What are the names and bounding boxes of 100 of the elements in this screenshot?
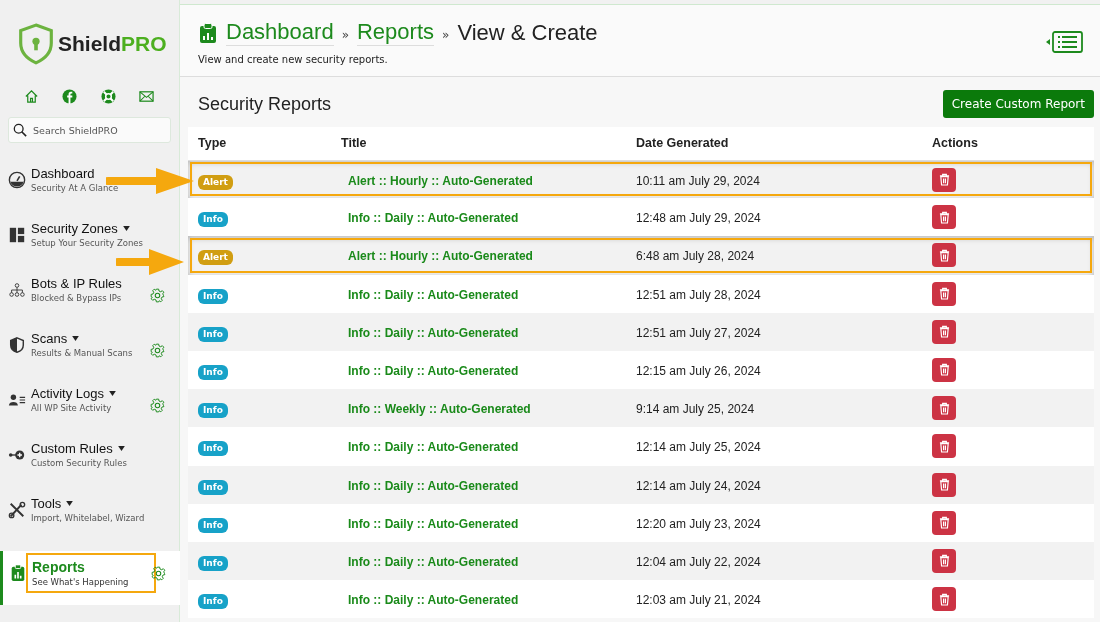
type-badge: Info	[198, 364, 228, 380]
nav-item[interactable]: Reports See What's Happening	[0, 551, 180, 605]
network-icon	[8, 281, 26, 299]
breadcrumb-separator: »	[442, 28, 450, 42]
delete-button[interactable]	[932, 510, 956, 535]
type-badge: Info	[198, 441, 228, 457]
type-badge: Info	[198, 517, 228, 533]
facebook-icon[interactable]	[62, 89, 78, 104]
nav-subtitle: All WP Site Activity	[31, 403, 113, 413]
trash-icon	[938, 516, 950, 530]
delete-button[interactable]	[932, 243, 956, 268]
clipboard-chart-icon	[9, 564, 27, 582]
date-cell: 9:14 am July 25, 2024	[636, 402, 755, 417]
date-cell: 12:48 am July 29, 2024	[636, 211, 761, 226]
settings-icon[interactable]	[150, 288, 165, 303]
type-badge: Info	[198, 594, 228, 610]
home-icon[interactable]	[24, 89, 39, 104]
trash-icon	[938, 439, 950, 453]
settings-icon[interactable]	[151, 566, 166, 581]
nav-item[interactable]: Dashboard Security At A Glance	[0, 166, 179, 221]
nav-subtitle: Blocked & Bypass IPs	[31, 293, 123, 303]
report-title-link[interactable]: Info :: Daily :: Auto-Generated	[348, 478, 519, 493]
report-title-link[interactable]: Info :: Daily :: Auto-Generated	[348, 440, 519, 455]
report-title-link[interactable]: Info :: Daily :: Auto-Generated	[348, 593, 519, 608]
nav-title: Tools	[31, 496, 62, 511]
clipboard-chart-icon	[198, 21, 218, 44]
report-title-link[interactable]: Alert :: Hourly :: Auto-Generated	[348, 173, 533, 188]
page-title: View & Create	[457, 19, 598, 46]
nav-subtitle: Results & Manual Scans	[31, 348, 134, 358]
nav-item[interactable]: Bots & IP Rules Blocked & Bypass IPs	[0, 276, 179, 331]
trash-icon	[938, 401, 950, 415]
column-header: Actions	[922, 127, 1094, 160]
annotation-arrow	[116, 247, 186, 277]
date-cell: 12:20 am July 23, 2024	[636, 516, 761, 531]
settings-icon[interactable]	[150, 343, 165, 358]
delete-button[interactable]	[932, 319, 956, 344]
report-title-link[interactable]: Info :: Daily :: Auto-Generated	[348, 516, 519, 531]
nav-item[interactable]: Security Zones Setup Your Security Zones	[0, 221, 179, 276]
nav-item[interactable]: Tools Import, Whitelabel, Wizard	[0, 496, 179, 551]
mail-icon[interactable]	[139, 89, 154, 104]
nav-subtitle: Import, Whitelabel, Wizard	[31, 513, 146, 523]
nav-item[interactable]: Activity Logs All WP Site Activity	[0, 386, 179, 441]
nav-title: Scans	[31, 331, 68, 346]
report-title-link[interactable]: Info :: Daily :: Auto-Generated	[348, 287, 519, 302]
breadcrumb-link[interactable]: Dashboard	[226, 19, 334, 46]
type-badge: Info	[198, 326, 228, 342]
date-cell: 12:04 am July 22, 2024	[636, 554, 761, 569]
trash-icon	[938, 173, 950, 186]
brand-name[interactable]: ShieldPRO	[58, 32, 167, 56]
nav-subtitle: See What's Happening	[32, 577, 130, 587]
report-title-link[interactable]: Info :: Daily :: Auto-Generated	[348, 554, 519, 569]
date-cell: 12:14 am July 24, 2024	[636, 478, 761, 493]
create-report-button[interactable]: Create Custom Report	[942, 90, 1094, 118]
date-cell: 12:14 am July 25, 2024	[636, 440, 761, 455]
layout-icon	[8, 226, 26, 244]
report-title-link[interactable]: Info :: Weekly :: Auto-Generated	[348, 402, 531, 417]
nav-item[interactable]: Scans Results & Manual Scans	[0, 331, 179, 386]
breadcrumb-link[interactable]: Reports	[357, 19, 435, 46]
trash-icon	[938, 287, 950, 301]
nav-subtitle: Setup Your Security Zones	[31, 238, 144, 248]
delete-button[interactable]	[932, 167, 956, 192]
delete-button[interactable]	[932, 281, 956, 306]
delete-button[interactable]	[932, 396, 956, 421]
trash-icon	[938, 363, 950, 377]
nav-subtitle: Security At A Glance	[31, 183, 120, 193]
lifebuoy-icon[interactable]	[100, 89, 116, 104]
column-header: Type	[188, 127, 331, 160]
nav-title: Bots & IP Rules	[31, 276, 122, 291]
nav-item[interactable]: Custom Rules Custom Security Rules	[0, 441, 179, 496]
delete-button[interactable]	[932, 434, 956, 459]
report-title-link[interactable]: Info :: Daily :: Auto-Generated	[348, 325, 519, 340]
search-field[interactable]: Search ShieldPRO	[8, 117, 171, 143]
delete-button[interactable]	[932, 548, 956, 573]
date-cell: 12:03 am July 21, 2024	[636, 593, 761, 608]
report-title-link[interactable]: Info :: Daily :: Auto-Generated	[348, 363, 519, 378]
delete-button[interactable]	[932, 205, 956, 230]
report-title-link[interactable]: Alert :: Hourly :: Auto-Generated	[348, 249, 533, 264]
page-subtitle: View and create new security reports.	[198, 54, 389, 65]
section-title: Security Reports	[198, 93, 332, 115]
type-badge: Alert	[198, 250, 233, 266]
delete-button[interactable]	[932, 472, 956, 497]
column-header: Title	[331, 127, 626, 160]
type-badge: Info	[198, 288, 228, 304]
nav-subtitle: Custom Security Rules	[31, 458, 128, 468]
report-title-link[interactable]: Info :: Daily :: Auto-Generated	[348, 211, 519, 226]
delete-button[interactable]	[932, 357, 956, 382]
type-badge: Alert	[198, 174, 233, 190]
date-cell: 12:51 am July 27, 2024	[636, 325, 761, 340]
date-cell: 12:15 am July 26, 2024	[636, 363, 761, 378]
shield-logo-icon	[18, 23, 54, 65]
trash-icon	[938, 210, 950, 224]
nav-title: Reports	[32, 559, 85, 575]
trash-icon	[938, 592, 950, 606]
nav-title: Dashboard	[31, 166, 95, 181]
settings-icon[interactable]	[150, 398, 165, 413]
date-cell: 12:51 am July 28, 2024	[636, 287, 761, 302]
gauge-icon	[8, 171, 26, 189]
delete-button[interactable]	[932, 587, 956, 612]
type-badge: Info	[198, 555, 228, 571]
list-menu-icon[interactable]	[1046, 31, 1084, 53]
